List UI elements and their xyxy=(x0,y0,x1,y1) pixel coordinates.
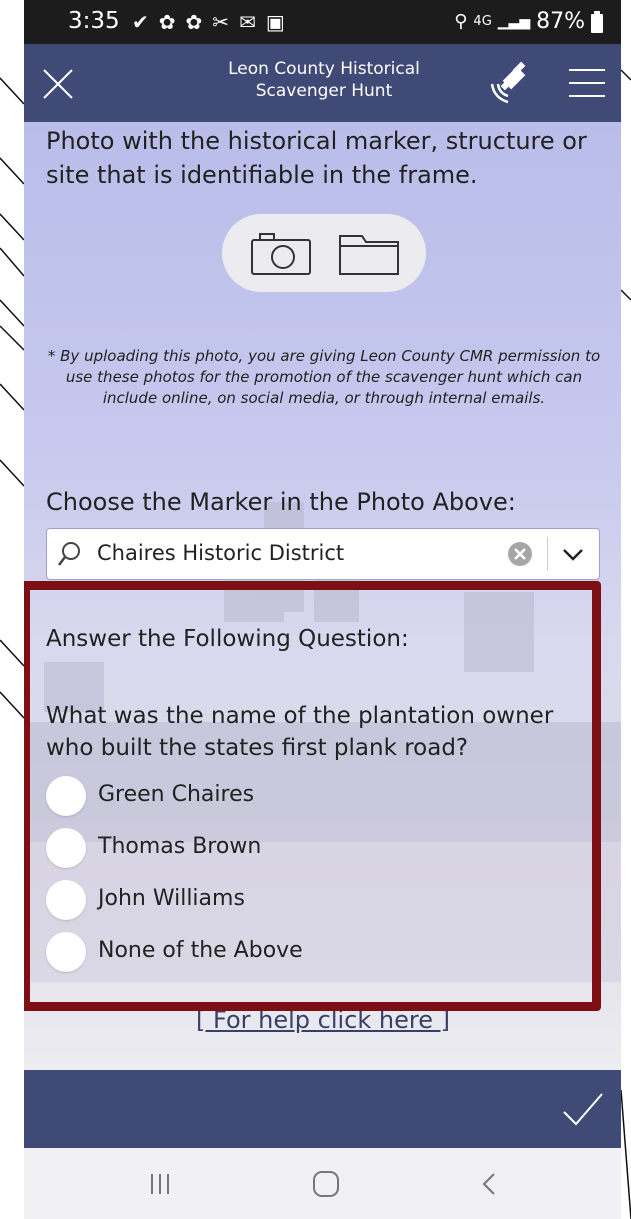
marker-select-value: Chaires Historic District xyxy=(97,541,345,565)
folder-icon[interactable] xyxy=(334,228,404,278)
battery-percent: 87% xyxy=(536,9,585,34)
photo-permission-disclaimer: * By uploading this photo, you are givin… xyxy=(47,347,601,407)
signal-bars-icon: ▁▃▅ xyxy=(497,13,531,30)
form-content[interactable]: Photo with the historical marker, struct… xyxy=(24,122,621,1070)
camera-icon[interactable] xyxy=(246,228,316,278)
question-highlight-frame xyxy=(24,581,601,1011)
photo-instructions: Photo with the historical marker, struct… xyxy=(46,127,587,189)
satellite-signal-icon[interactable] xyxy=(486,58,536,108)
sync-icon: ✿ xyxy=(185,10,203,34)
marker-select[interactable]: Chaires Historic District xyxy=(46,528,600,580)
bottom-action-bar xyxy=(24,1070,621,1148)
tools-icon: ✂ xyxy=(212,10,230,34)
sync-icon: ✿ xyxy=(158,10,176,34)
battery-icon xyxy=(591,10,603,33)
app-header: Leon County Historical Scavenger Hunt xyxy=(24,44,621,122)
image-icon: ▣ xyxy=(265,10,285,34)
status-right-icons: ⚲ 4G ▁▃▅ 87% xyxy=(454,9,603,34)
clear-icon[interactable] xyxy=(507,541,533,567)
recent-apps-icon[interactable] xyxy=(142,1166,178,1202)
close-icon[interactable] xyxy=(38,64,78,104)
location-icon: ⚲ xyxy=(454,11,468,32)
select-divider xyxy=(547,537,548,571)
title-line-1: Leon County Historical xyxy=(228,59,420,79)
home-icon[interactable] xyxy=(308,1166,344,1202)
status-bar: 3:35 ✔ ✿ ✿ ✂ ✉ ▣ ⚲ 4G ▁▃▅ 87% xyxy=(24,0,621,44)
checkmark-icon[interactable] xyxy=(560,1086,606,1132)
photo-upload-controls xyxy=(222,214,426,292)
hamburger-menu-icon[interactable] xyxy=(567,66,607,100)
signal-4g-icon: 4G xyxy=(473,14,492,29)
phone-screen: 3:35 ✔ ✿ ✿ ✂ ✉ ▣ ⚲ 4G ▁▃▅ 87% Leon Count… xyxy=(24,0,621,1219)
title-line-2: Scavenger Hunt xyxy=(255,81,393,101)
mail-icon: ✉ xyxy=(239,10,256,34)
marker-select-label: Choose the Marker in the Photo Above: xyxy=(46,488,516,516)
back-icon[interactable] xyxy=(472,1166,508,1202)
check-circle-icon: ✔ xyxy=(132,10,149,34)
status-time: 3:35 xyxy=(68,8,120,34)
search-icon xyxy=(58,542,80,566)
chevron-down-icon[interactable] xyxy=(557,539,589,569)
system-navigation-bar xyxy=(24,1148,621,1219)
status-notification-icons: ✔ ✿ ✿ ✂ ✉ ▣ xyxy=(132,10,285,34)
page-title: Leon County Historical Scavenger Hunt xyxy=(174,58,474,102)
